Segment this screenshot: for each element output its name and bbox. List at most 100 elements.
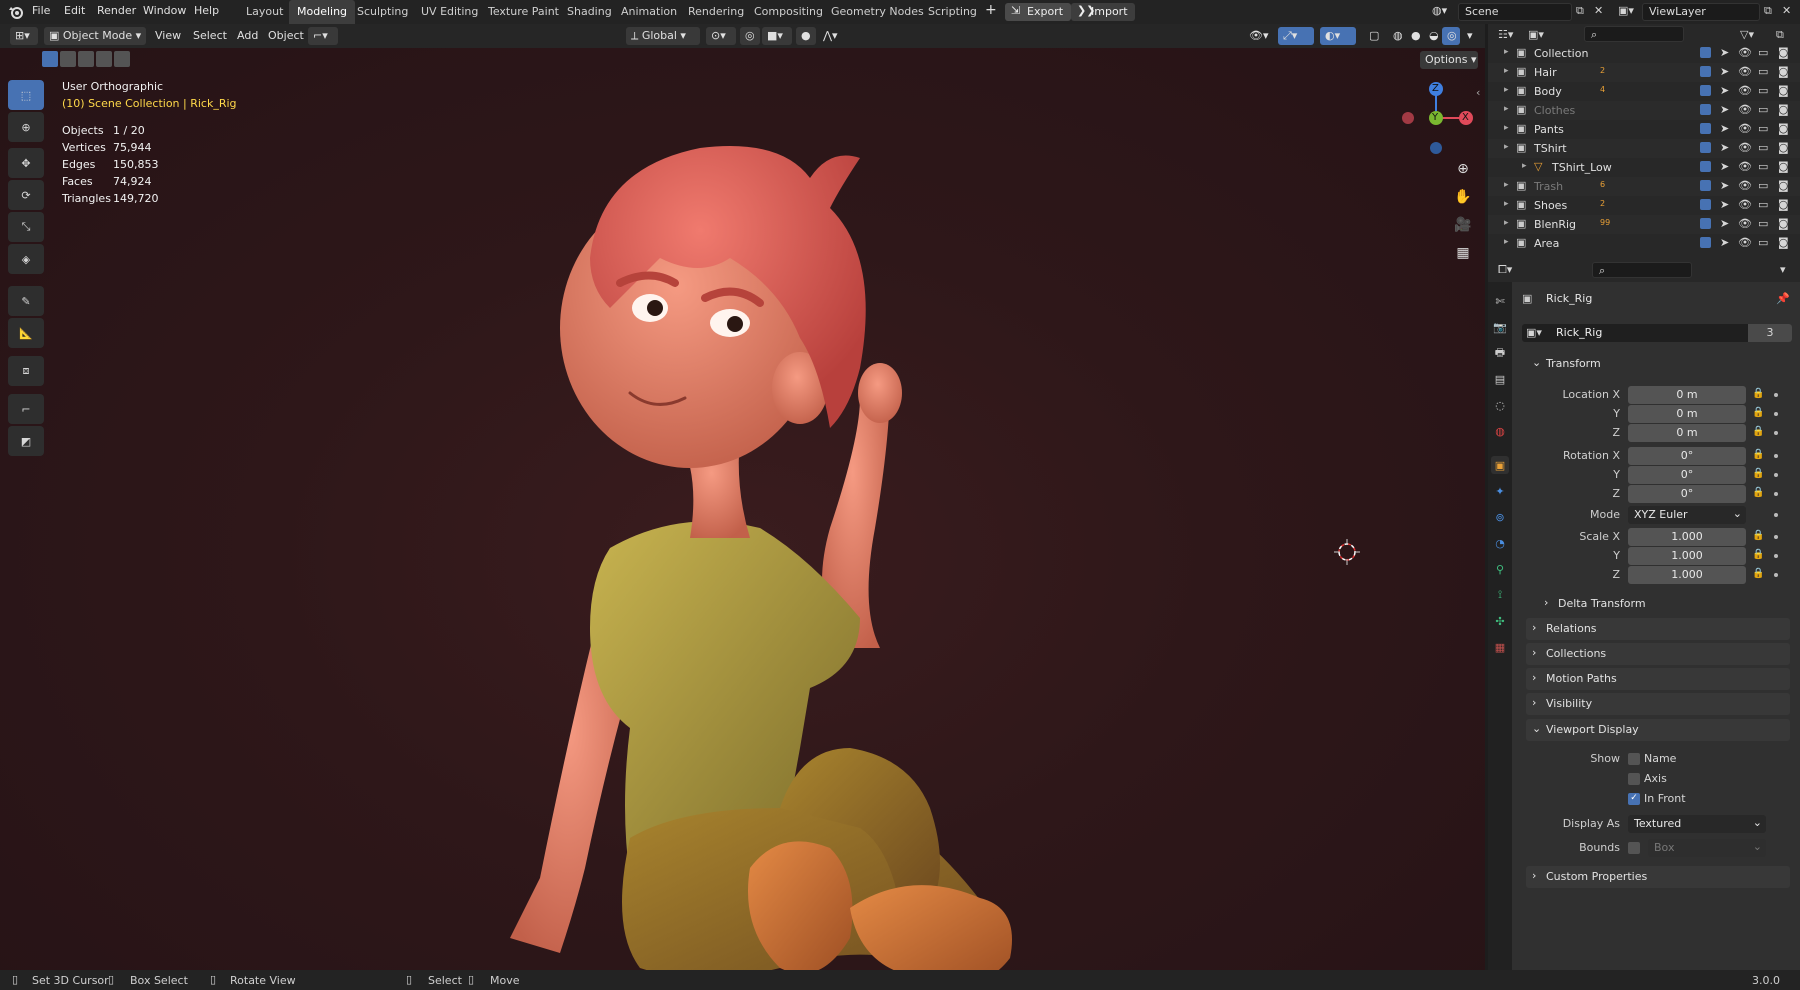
tool-transform[interactable]: ◈ xyxy=(8,244,44,274)
snap-dropdown[interactable]: ⌐▾ xyxy=(308,27,338,45)
keyframe-dot-icon[interactable] xyxy=(1774,492,1778,496)
camera-icon[interactable]: ◙ xyxy=(1778,122,1789,135)
select-arrow-icon[interactable]: ➤ xyxy=(1720,217,1729,230)
lock-icon[interactable]: 🔒 xyxy=(1752,426,1764,437)
camera-icon[interactable]: ◙ xyxy=(1778,217,1789,230)
outliner-row[interactable]: ▸ ▣ Clothes ➤ 👁 ▭ ◙ xyxy=(1488,101,1800,120)
monitor-icon[interactable]: ▭ xyxy=(1758,160,1768,173)
select-arrow-icon[interactable]: ➤ xyxy=(1720,160,1729,173)
outliner-row[interactable]: ▸ ▣ Pants ➤ 👁 ▭ ◙ xyxy=(1488,120,1800,139)
panel-header-motion-paths[interactable]: › Motion Paths xyxy=(1526,668,1790,690)
panel-header-visibility[interactable]: › Visibility xyxy=(1526,693,1790,715)
eye-icon[interactable]: 👁 xyxy=(1738,65,1752,78)
expand-arrow-icon[interactable]: ▸ xyxy=(1504,180,1509,190)
transform-panel-header[interactable]: ⌄ Transform xyxy=(1526,353,1790,375)
lock-icon[interactable]: 🔒 xyxy=(1752,487,1764,498)
remove-view-layer-icon[interactable]: ✕ xyxy=(1782,4,1791,17)
monitor-icon[interactable]: ▭ xyxy=(1758,103,1768,116)
location-field[interactable]: 0 m xyxy=(1628,386,1746,404)
menu-window[interactable]: Window xyxy=(143,4,186,17)
eye-icon[interactable]: 👁 xyxy=(1738,236,1752,249)
transform-orientation-dropdown[interactable]: ⟂ Global ▾ xyxy=(626,27,700,45)
lock-icon[interactable]: 🔒 xyxy=(1752,549,1764,560)
select-new-icon[interactable] xyxy=(42,51,58,67)
shading-options-dropdown[interactable]: ▾ xyxy=(1462,27,1478,45)
eye-icon[interactable]: 👁 xyxy=(1738,122,1752,135)
monitor-icon[interactable]: ▭ xyxy=(1758,84,1768,97)
expand-arrow-icon[interactable]: ▸ xyxy=(1522,161,1527,171)
camera-view-icon[interactable]: 🎥 xyxy=(1450,212,1476,238)
data-tab-icon[interactable]: ⟟ xyxy=(1491,586,1509,604)
keyframe-dot-icon[interactable] xyxy=(1774,393,1778,397)
visibility-dropdown[interactable]: 👁▾ xyxy=(1244,27,1274,45)
custom-properties-header[interactable]: › Custom Properties xyxy=(1526,866,1790,888)
monitor-icon[interactable]: ▭ xyxy=(1758,198,1768,211)
wireframe-shading-icon[interactable]: ◍ xyxy=(1388,27,1406,45)
duplicate-view-layer-icon[interactable]: ⧉ xyxy=(1764,4,1772,18)
eye-icon[interactable]: 👁 xyxy=(1738,217,1752,230)
exclude-checkbox[interactable] xyxy=(1700,104,1711,115)
camera-icon[interactable]: ◙ xyxy=(1778,103,1789,116)
navigation-gizmo[interactable]: Z X Y xyxy=(1396,80,1476,160)
import-button[interactable]: ❯❯ Import xyxy=(1071,3,1135,21)
select-arrow-icon[interactable]: ➤ xyxy=(1720,141,1729,154)
display-as-dropdown[interactable]: Textured ⌄ xyxy=(1628,815,1766,833)
bounds-type-dropdown[interactable]: Box ⌄ xyxy=(1648,839,1766,857)
exclude-checkbox[interactable] xyxy=(1700,85,1711,96)
keyframe-dot-icon[interactable] xyxy=(1774,412,1778,416)
lock-icon[interactable]: 🔒 xyxy=(1752,468,1764,479)
properties-search-input[interactable]: ⌕ xyxy=(1592,262,1692,278)
outliner-row[interactable]: ▸ ▣ Collection ➤ 👁 ▭ ◙ xyxy=(1488,44,1800,63)
eye-icon[interactable]: 👁 xyxy=(1738,179,1752,192)
keyframe-dot-icon[interactable] xyxy=(1774,513,1778,517)
panel-header-relations[interactable]: › Relations xyxy=(1526,618,1790,640)
material-shading-icon[interactable]: ◒ xyxy=(1424,27,1442,45)
select-arrow-icon[interactable]: ➤ xyxy=(1720,103,1729,116)
tool-shear[interactable]: ⌐ xyxy=(8,394,44,424)
exclude-checkbox[interactable] xyxy=(1700,199,1711,210)
expand-arrow-icon[interactable]: ▸ xyxy=(1504,47,1509,57)
keyframe-dot-icon[interactable] xyxy=(1774,454,1778,458)
expand-arrow-icon[interactable]: ▸ xyxy=(1504,104,1509,114)
exclude-checkbox[interactable] xyxy=(1700,180,1711,191)
outliner-row[interactable]: ▸ ▽ TShirt_Low ➤ 👁 ▭ ◙ xyxy=(1488,158,1800,177)
exclude-checkbox[interactable] xyxy=(1700,47,1711,58)
mode-dropdown[interactable]: ▣ Object Mode ▾ xyxy=(44,27,146,45)
export-button[interactable]: ⇲ Export xyxy=(1005,3,1071,21)
rotation-field[interactable]: 0° xyxy=(1628,485,1746,503)
expand-arrow-icon[interactable]: ▸ xyxy=(1504,66,1509,76)
select-arrow-icon[interactable]: ➤ xyxy=(1720,65,1729,78)
gizmo-toggle[interactable]: ⤢▾ xyxy=(1278,27,1314,45)
camera-icon[interactable]: ◙ xyxy=(1778,141,1789,154)
monitor-icon[interactable]: ▭ xyxy=(1758,46,1768,59)
particles-tab-icon[interactable]: ⊚ xyxy=(1491,508,1509,526)
eye-icon[interactable]: 👁 xyxy=(1738,103,1752,116)
eye-icon[interactable]: 👁 xyxy=(1738,198,1752,211)
exclude-checkbox[interactable] xyxy=(1700,237,1711,248)
exclude-checkbox[interactable] xyxy=(1700,142,1711,153)
filter-icon[interactable]: ▽▾ xyxy=(1740,28,1754,41)
xray-toggle[interactable]: ▢ xyxy=(1364,27,1384,45)
select-arrow-icon[interactable]: ➤ xyxy=(1720,46,1729,59)
rotation-mode-dropdown[interactable]: XYZ Euler ⌄ xyxy=(1628,506,1746,524)
physics-tab-icon[interactable]: ◔ xyxy=(1491,534,1509,552)
expand-arrow-icon[interactable]: ▸ xyxy=(1504,237,1509,247)
tab-scripting[interactable]: Scripting xyxy=(920,0,985,24)
menu-render[interactable]: Render xyxy=(97,4,136,17)
tool-measure[interactable]: 📐 xyxy=(8,318,44,348)
pan-hand-icon[interactable]: ✋ xyxy=(1450,184,1476,210)
tool-rotate[interactable]: ⟳ xyxy=(8,180,44,210)
select-arrow-icon[interactable]: ➤ xyxy=(1720,84,1729,97)
outliner-row[interactable]: ▸ ▣ TShirt ➤ 👁 ▭ ◙ xyxy=(1488,139,1800,158)
camera-icon[interactable]: ◙ xyxy=(1778,179,1789,192)
eye-icon[interactable]: 👁 xyxy=(1738,46,1752,59)
outliner-editor-icon[interactable]: ☷▾ xyxy=(1498,28,1513,41)
select-arrow-icon[interactable]: ➤ xyxy=(1720,179,1729,192)
expand-arrow-icon[interactable]: ▸ xyxy=(1504,123,1509,133)
proportional-falloff-dropdown[interactable]: ⋀▾ xyxy=(818,27,844,45)
outliner-row[interactable]: ▸ ▣ BlenRig 99 ➤ 👁 ▭ ◙ xyxy=(1488,215,1800,234)
lock-icon[interactable]: 🔒 xyxy=(1752,449,1764,460)
pivot-point-dropdown[interactable]: ⊙▾ xyxy=(706,27,736,45)
show-in-front-checkbox[interactable]: ✓ xyxy=(1628,793,1640,805)
object-tab-icon[interactable]: ▣ xyxy=(1491,456,1509,474)
